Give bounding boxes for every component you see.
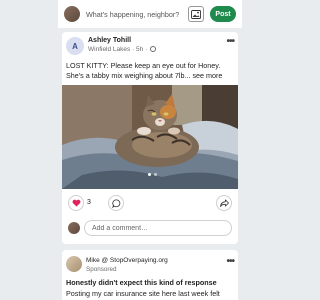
sponsored-post-card: Mike @ StopOverpaying.org Sponsored ••• … <box>62 250 238 300</box>
photo-icon-glyph <box>191 9 201 19</box>
see-more-link[interactable]: see more <box>192 71 222 80</box>
advertiser-avatar[interactable] <box>66 256 82 272</box>
post-button[interactable]: Post <box>210 6 236 22</box>
post-header: A Ashley Tohill Winfield Lakes · 5h · ••… <box>62 32 238 58</box>
post-meta-text: Winfield Lakes · 5h · <box>88 46 148 53</box>
post-body: LOST KITTY: Please keep an eye out for H… <box>66 61 236 81</box>
post-meta: Winfield Lakes · 5h · <box>88 46 157 53</box>
composer-prompt[interactable]: What's happening, neighbor? <box>86 10 188 19</box>
more-icon[interactable]: ••• <box>226 36 234 47</box>
commenter-avatar <box>68 222 80 234</box>
comment-input[interactable] <box>84 220 232 236</box>
post-text-line: LOST KITTY: Please keep an eye out for H… <box>66 61 221 70</box>
carousel-dot[interactable] <box>153 172 157 176</box>
heart-icon-glyph <box>72 199 80 207</box>
ad-headline[interactable]: Honestly didn't expect this kind of resp… <box>66 278 217 287</box>
author-avatar[interactable]: A <box>66 37 84 55</box>
post-card: A Ashley Tohill Winfield Lakes · 5h · ••… <box>62 32 238 244</box>
share-icon-glyph <box>219 199 229 207</box>
post-actions: 3 <box>62 192 238 214</box>
post-text-line-2: She's a tabby mix weighing about 7lb... <box>66 71 191 80</box>
share-icon[interactable] <box>216 195 232 211</box>
comment-row <box>62 218 238 240</box>
ad-body: Posting my car insurance site here last … <box>66 289 220 298</box>
comment-icon-glyph <box>111 198 120 208</box>
comment-icon[interactable] <box>108 195 124 211</box>
user-avatar[interactable] <box>64 6 80 22</box>
carousel-dots <box>142 170 162 178</box>
reaction-count[interactable]: 3 <box>87 199 91 206</box>
photo-icon[interactable] <box>188 6 204 22</box>
post-text-line: She's a tabby mix weighing about 7lb... … <box>66 71 236 81</box>
author-name[interactable]: Ashley Tohill <box>88 37 131 44</box>
sponsored-label: Sponsored <box>86 266 117 273</box>
advertiser-name[interactable]: Mike @ StopOverpaying.org <box>86 257 168 264</box>
post-composer: What's happening, neighbor? Post <box>58 0 242 28</box>
feed-app: What's happening, neighbor? Post A Ashle… <box>58 0 242 300</box>
carousel-dot[interactable] <box>147 172 151 176</box>
globe-icon <box>150 46 157 52</box>
more-icon[interactable]: ••• <box>226 256 234 267</box>
heart-icon[interactable] <box>68 195 84 211</box>
